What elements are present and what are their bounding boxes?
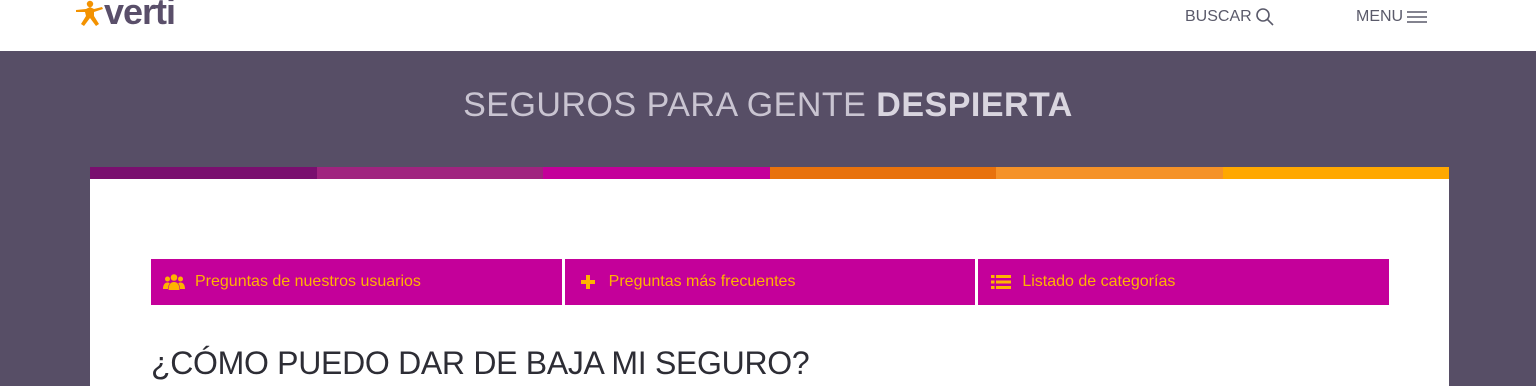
list-icon [990,273,1012,291]
search-label: BUSCAR [1185,8,1252,25]
color-stripe-segment [543,167,770,179]
tab-label: Listado de categorías [1022,273,1176,290]
color-stripe-segment [769,167,996,179]
color-stripe [90,167,1449,179]
hero-tagline: SEGUROS PARA GENTE DESPIERTA [0,86,1536,125]
menu-label: MENU [1356,8,1404,25]
tab-faq[interactable]: Preguntas más frecuentes [564,259,976,305]
content-card: Preguntas de nuestros usuarios Preguntas… [90,179,1449,386]
color-stripe-segment [1222,167,1449,179]
search-button[interactable]: BUSCAR [1185,6,1275,28]
tab-label: Preguntas de nuestros usuarios [195,273,421,290]
color-stripe-segment [996,167,1223,179]
hero-title-light: SEGUROS PARA GENTE [463,86,877,124]
color-stripe-segment [316,167,543,179]
plus-icon [577,273,599,291]
logo-text: verti [104,0,176,32]
faq-tabs: Preguntas de nuestros usuarios Preguntas… [151,259,1390,305]
tab-user-questions[interactable]: Preguntas de nuestros usuarios [151,259,562,305]
star-person-icon [76,0,103,26]
tab-label: Preguntas más frecuentes [608,273,796,290]
color-stripe-segment [90,167,317,179]
page-title: ¿CÓMO PUEDO DAR DE BAJA MI SEGURO? [151,345,810,381]
menu-button[interactable]: MENU [1356,6,1428,28]
verti-logo[interactable]: verti [72,0,176,32]
hamburger-menu-icon [1407,11,1428,23]
users-icon [163,273,185,291]
search-icon [1255,8,1274,26]
hero-title-bold: DESPIERTA [876,86,1073,124]
tab-categories[interactable]: Listado de categorías [978,259,1390,305]
site-header: verti BUSCAR MENU [0,0,1536,51]
